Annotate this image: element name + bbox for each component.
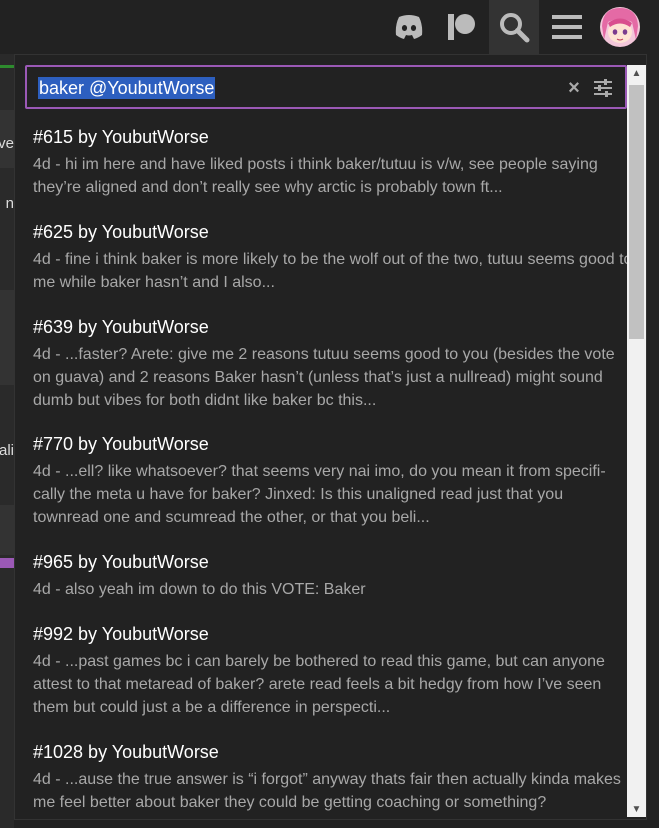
background-accent: [0, 558, 14, 568]
search-input[interactable]: baker @YoubutWorse ×: [25, 65, 627, 109]
result-snippet: 4d - ...past games bc i can barely be bo…: [33, 653, 605, 716]
result-snippet: 4d - ...ause the true answer is “i forgo…: [33, 771, 621, 811]
scrollbar[interactable]: ▲ ▼: [627, 65, 646, 817]
search-result[interactable]: #992 by YoubutWorse 4d - ...past games b…: [15, 622, 627, 719]
search-options-icon[interactable]: [593, 78, 613, 98]
background-text: ali: [0, 442, 14, 459]
result-snippet: 4d - ...ell? like whatsoever? that seems…: [33, 463, 606, 526]
background-column: [0, 54, 14, 828]
background-block: [0, 290, 14, 385]
result-title[interactable]: #615 by YoubutWorse: [33, 125, 627, 149]
background-block: [0, 505, 14, 555]
scroll-up-arrow-icon[interactable]: ▲: [627, 65, 646, 81]
result-title[interactable]: #639 by YoubutWorse: [33, 315, 627, 339]
result-snippet: 4d - fine i think baker is more likely t…: [33, 251, 627, 291]
search-results: #615 by YoubutWorse 4d - hi im here and …: [15, 117, 627, 819]
search-query[interactable]: baker @YoubutWorse: [38, 77, 216, 99]
result-snippet: 4d - ...faster? Arete: give me 2 reasons…: [33, 346, 615, 409]
patreon-icon[interactable]: [440, 0, 482, 54]
clear-icon[interactable]: ×: [565, 77, 583, 99]
result-title[interactable]: #625 by YoubutWorse: [33, 220, 627, 244]
background-text: n: [5, 195, 14, 212]
search-result[interactable]: #615 by YoubutWorse 4d - hi im here and …: [15, 125, 627, 199]
result-title[interactable]: #1028 by YoubutWorse: [33, 740, 627, 764]
search-result[interactable]: #770 by YoubutWorse 4d - ...ell? like wh…: [15, 432, 627, 529]
menu-icon[interactable]: [546, 0, 588, 54]
search-result[interactable]: #625 by YoubutWorse 4d - fine i think ba…: [15, 220, 627, 294]
background-text: ve: [0, 135, 14, 152]
result-title[interactable]: #965 by YoubutWorse: [33, 550, 627, 574]
search-icon[interactable]: [489, 0, 539, 54]
scrollbar-thumb[interactable]: [629, 85, 644, 339]
result-title[interactable]: #770 by YoubutWorse: [33, 432, 627, 456]
discord-icon[interactable]: [388, 0, 430, 54]
search-dropdown: baker @YoubutWorse × #615 by YoubutWorse…: [14, 54, 647, 820]
search-result[interactable]: #965 by YoubutWorse 4d - also yeah im do…: [15, 550, 627, 601]
search-result[interactable]: #639 by YoubutWorse 4d - ...faster? Aret…: [15, 315, 627, 412]
result-snippet: 4d - also yeah im down to do this VOTE: …: [33, 581, 366, 598]
search-result[interactable]: #1028 by YoubutWorse 4d - ...ause the tr…: [15, 740, 627, 814]
scroll-down-arrow-icon[interactable]: ▼: [627, 801, 646, 817]
result-title[interactable]: #992 by YoubutWorse: [33, 622, 627, 646]
avatar[interactable]: [596, 0, 644, 54]
result-snippet: 4d - hi im here and have liked posts i t…: [33, 156, 598, 196]
progress-line: [0, 65, 14, 68]
